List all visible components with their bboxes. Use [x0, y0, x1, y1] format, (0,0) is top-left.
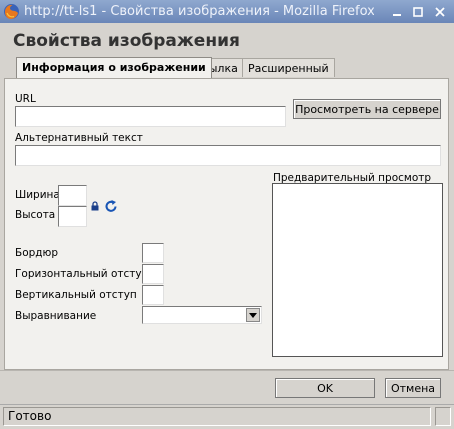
tab-advanced[interactable]: Расширенный	[242, 58, 335, 77]
cancel-button[interactable]: Отмена	[385, 378, 441, 398]
browse-server-button[interactable]: Просмотреть на сервере	[293, 99, 441, 119]
image-preview-box	[272, 183, 443, 357]
lock-icon[interactable]	[91, 201, 99, 211]
url-label: URL	[15, 93, 36, 105]
url-input[interactable]	[15, 106, 286, 127]
vspace-label: Вертикальный отступ	[15, 289, 137, 301]
alt-text-input[interactable]	[15, 145, 441, 166]
ok-button[interactable]: OK	[275, 378, 375, 398]
footer-separator	[0, 370, 454, 371]
status-bar: Готово	[0, 404, 454, 429]
maximize-icon[interactable]	[410, 4, 426, 20]
window-titlebar[interactable]: http://tt-ls1 - Свойства изображения - M…	[0, 0, 454, 23]
reset-size-icon[interactable]	[104, 200, 118, 213]
resize-grip-icon[interactable]	[435, 407, 451, 426]
window-title: http://tt-ls1 - Свойства изображения - M…	[24, 4, 374, 19]
border-input[interactable]	[142, 243, 164, 263]
height-label: Высота	[15, 209, 56, 221]
height-input[interactable]	[58, 206, 87, 227]
border-label: Бордюр	[15, 247, 59, 259]
hspace-input[interactable]	[142, 264, 164, 284]
tab-image-info[interactable]: Информация о изображении	[16, 57, 212, 78]
firefox-icon	[4, 4, 19, 19]
chevron-down-icon[interactable]	[246, 308, 260, 322]
align-select[interactable]	[142, 306, 262, 324]
status-text: Готово	[3, 407, 431, 426]
close-icon[interactable]	[432, 4, 448, 20]
minimize-icon[interactable]	[389, 4, 405, 20]
align-label: Выравнивание	[15, 310, 97, 322]
width-label: Ширина	[15, 189, 60, 201]
dialog-title: Свойства изображения	[13, 31, 240, 51]
vspace-input[interactable]	[142, 285, 164, 305]
hspace-label: Горизонтальный отступ	[15, 268, 149, 280]
width-input[interactable]	[58, 185, 87, 206]
alt-text-label: Альтернативный текст	[15, 132, 143, 144]
